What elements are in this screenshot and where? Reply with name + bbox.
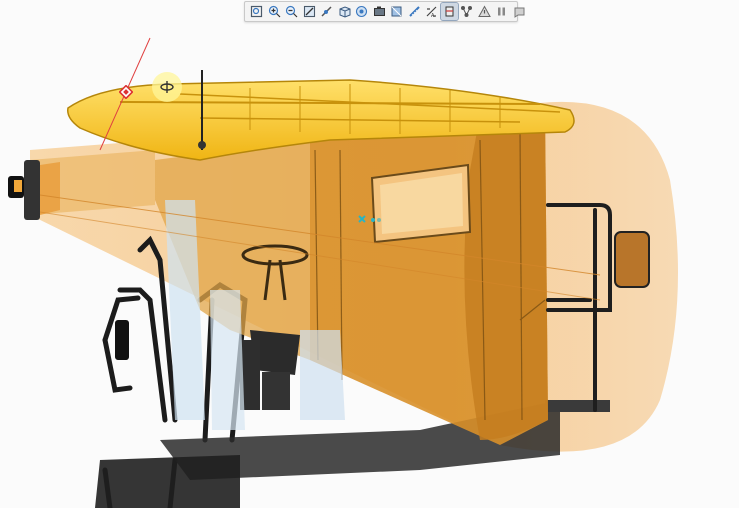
dimension-icon[interactable]: A: [423, 3, 440, 20]
fit-view-icon[interactable]: [511, 3, 528, 20]
shading-icon[interactable]: [388, 3, 405, 20]
view-cube-icon[interactable]: [336, 3, 353, 20]
cab-side-window: [370, 163, 472, 244]
zoom-in-icon[interactable]: [266, 3, 283, 20]
camera-icon[interactable]: [371, 3, 388, 20]
zoom-window-icon[interactable]: [301, 3, 318, 20]
rotate-icon[interactable]: [318, 3, 335, 20]
section-tool-icon[interactable]: [439, 2, 459, 21]
operator-seat: [240, 330, 300, 410]
zoom-extents-icon[interactable]: [248, 3, 265, 20]
viewer-toolbar: A: [244, 1, 525, 22]
pause-icon[interactable]: [493, 3, 510, 20]
work-light: [8, 160, 60, 220]
axis-marker-icon[interactable]: [357, 211, 385, 223]
zoom-out-icon[interactable]: [283, 3, 300, 20]
3d-viewport[interactable]: [0, 0, 739, 508]
warning-icon[interactable]: [476, 3, 493, 20]
cab-model-render[interactable]: [0, 0, 739, 508]
side-mirror: [614, 231, 650, 288]
isometric-view-icon[interactable]: [353, 3, 370, 20]
measure-icon[interactable]: [406, 3, 423, 20]
door-handle: [115, 320, 129, 360]
svg-text:A: A: [431, 13, 435, 18]
rotate-handle-icon[interactable]: [150, 70, 184, 104]
red-diamond-icon[interactable]: [118, 84, 134, 100]
explode-icon[interactable]: [458, 3, 475, 20]
